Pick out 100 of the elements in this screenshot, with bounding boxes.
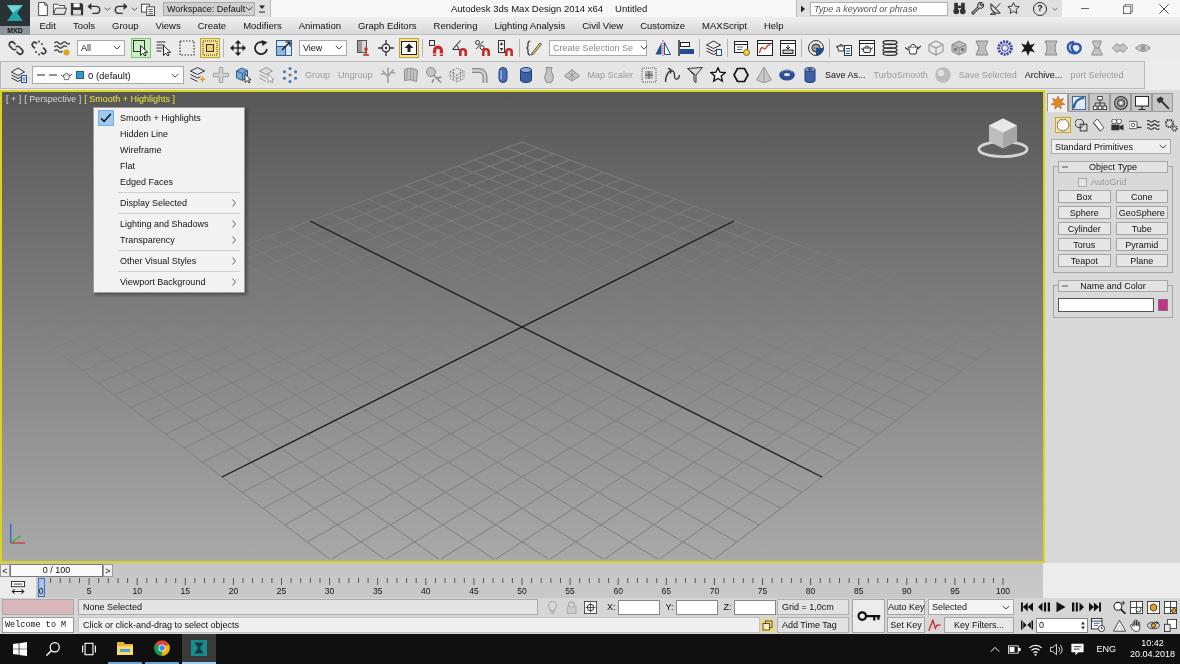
notification-icon[interactable] xyxy=(1071,642,1085,656)
project-folder-icon[interactable] xyxy=(141,1,155,16)
timeline-ruler[interactable]: 0 5 10 15 20 25 30 35 40 45 50 55 60 65 70 75 80 85 90 95 100 xyxy=(36,577,1043,598)
auto-key-button[interactable]: Auto Key xyxy=(887,599,925,615)
open-folder-icon[interactable] xyxy=(53,1,67,16)
align-bars-icon[interactable] xyxy=(675,37,696,58)
caret-icon[interactable] xyxy=(640,45,648,50)
dropdown[interactable]: All xyxy=(77,39,125,56)
key-filters-button[interactable]: Key Filters... xyxy=(944,617,1014,633)
search-field[interactable]: Type a keyword or phrase xyxy=(810,1,948,16)
zoom-extents-icon[interactable] xyxy=(1147,600,1160,614)
ratio-magnet-icon[interactable] xyxy=(472,37,493,58)
skip-start-icon[interactable] xyxy=(1021,601,1033,613)
object-type-button[interactable]: Plane xyxy=(1115,254,1168,267)
menu-item[interactable]: Transparency xyxy=(94,232,244,248)
menu-item[interactable]: Graph Editors xyxy=(349,18,426,33)
viewport-label[interactable]: [ + ] xyxy=(6,94,22,104)
caret-icon[interactable] xyxy=(245,6,254,11)
text-button[interactable]: Save As... xyxy=(821,70,870,80)
menu-item[interactable]: Viewport Background xyxy=(94,274,244,290)
caret-icon[interactable] xyxy=(1159,144,1167,149)
menu-item[interactable]: Rendering xyxy=(425,18,486,33)
menu-item[interactable]: Group xyxy=(103,18,147,33)
task-view-icon[interactable] xyxy=(82,642,96,656)
viewport-label[interactable]: [ Smooth + Highlights ] xyxy=(84,94,176,104)
redo-arrow-icon[interactable] xyxy=(114,1,128,16)
zoom-all-icon[interactable] xyxy=(1130,600,1143,614)
next-frame-button[interactable]: > xyxy=(103,564,113,577)
coordinate-field[interactable] xyxy=(733,599,776,615)
play-icon[interactable] xyxy=(1055,601,1067,613)
star-outline-icon[interactable] xyxy=(707,65,728,85)
menu-item[interactable]: Modifiers xyxy=(234,18,291,33)
wrench-icon[interactable] xyxy=(971,2,984,15)
close-icon[interactable] xyxy=(1159,3,1169,14)
upload-arrow-icon[interactable] xyxy=(398,37,419,58)
viewport[interactable]: [ + ] [ Perspective ] [ Smooth + Highlights ] Smooth + Highlights Hidden Line Wireframe Flat Edged Faces Display Selected Lighting and Shadows Transparency Other Visual Styles Viewport Background xyxy=(0,90,1045,563)
angle-magnet-icon[interactable] xyxy=(449,37,470,58)
cursor-square-icon[interactable] xyxy=(130,37,151,58)
cube-cursor-icon[interactable] xyxy=(233,65,254,85)
menu-item[interactable]: MAXScript xyxy=(693,18,756,33)
overlapping-shapes-icon[interactable] xyxy=(1073,117,1089,133)
time-slider-thumb[interactable]: 0 / 100 xyxy=(10,564,103,577)
skip-end-icon[interactable] xyxy=(1089,601,1101,613)
hexagon-icon[interactable] xyxy=(730,65,751,85)
object-type-button[interactable]: Tube xyxy=(1115,222,1168,235)
coil-icon[interactable] xyxy=(879,37,900,58)
menu-item[interactable]: Display Selected xyxy=(94,195,244,211)
scale-square-icon[interactable] xyxy=(273,37,294,58)
caret-icon[interactable] xyxy=(1002,604,1010,610)
clock-time[interactable]: 10:42 xyxy=(1141,638,1164,649)
layer-sparkle-icon[interactable] xyxy=(187,65,208,85)
orbit-icon[interactable] xyxy=(1147,618,1160,632)
download-window-icon[interactable] xyxy=(777,37,798,58)
caret-up-icon[interactable] xyxy=(990,645,1001,653)
set-key-button[interactable] xyxy=(852,599,885,633)
menu-item[interactable]: Create xyxy=(189,18,235,33)
panel-tab[interactable] xyxy=(1089,93,1110,112)
binoculars-icon[interactable] xyxy=(953,2,966,15)
four-panes-icon[interactable] xyxy=(13,642,27,656)
menu-item[interactable]: Hidden Line xyxy=(94,126,244,142)
fov-icon[interactable] xyxy=(1113,618,1126,632)
target-square-icon[interactable] xyxy=(584,600,597,614)
menu-item[interactable]: Flat xyxy=(94,158,244,174)
layers-icon[interactable] xyxy=(703,37,724,58)
maximize-icon[interactable] xyxy=(1164,618,1177,632)
menu-item[interactable]: Lighting Analysis xyxy=(485,18,574,33)
undo-arrow-icon[interactable] xyxy=(87,1,101,16)
speaker-icon[interactable] xyxy=(1050,642,1064,656)
dotted-cube-icon[interactable] xyxy=(447,65,468,85)
dropdown[interactable]: View xyxy=(299,39,347,56)
window-square-icon[interactable] xyxy=(761,618,774,632)
nested-squares-icon[interactable] xyxy=(199,37,220,58)
menu-item[interactable]: Smooth + Highlights xyxy=(94,110,244,126)
step-forward-icon[interactable] xyxy=(1072,601,1084,613)
object-type-button[interactable]: Sphere xyxy=(1058,206,1111,219)
bent-pipe-icon[interactable] xyxy=(470,65,491,85)
gears-icon[interactable] xyxy=(1163,117,1179,133)
panel-arrows-icon[interactable] xyxy=(11,580,25,595)
object-type-button[interactable]: Box xyxy=(1058,190,1111,203)
menu-item[interactable]: Help xyxy=(755,18,792,33)
coordinate-field[interactable] xyxy=(675,599,718,615)
time-config-icon[interactable] xyxy=(1091,618,1105,632)
panel-tab[interactable] xyxy=(1152,93,1173,112)
pan-hand-icon[interactable] xyxy=(1130,618,1143,632)
add-time-tag-button[interactable]: Add Time Tag xyxy=(777,617,849,633)
panel-tab[interactable] xyxy=(1110,93,1131,112)
wifi-icon[interactable] xyxy=(1029,642,1043,656)
workspace-dropdown[interactable]: Workspace: Default xyxy=(163,1,255,16)
object-type-button[interactable]: GeoSphere xyxy=(1115,206,1168,219)
expand-arrow-icon[interactable] xyxy=(801,4,805,13)
rollout-header[interactable]: Object Type xyxy=(1058,161,1168,173)
zoom-icon[interactable] xyxy=(1113,600,1126,614)
coordinate-field[interactable] xyxy=(617,599,660,615)
step-back-icon[interactable] xyxy=(1038,601,1050,613)
current-frame-marker[interactable] xyxy=(38,578,45,597)
curve-icon[interactable] xyxy=(928,618,941,632)
color-swatch-icon[interactable] xyxy=(1158,299,1168,311)
set-key-mode-button[interactable]: Set Key xyxy=(887,617,925,633)
menu-item[interactable]: Civil View xyxy=(573,18,632,33)
camera-icon[interactable] xyxy=(1109,117,1125,133)
